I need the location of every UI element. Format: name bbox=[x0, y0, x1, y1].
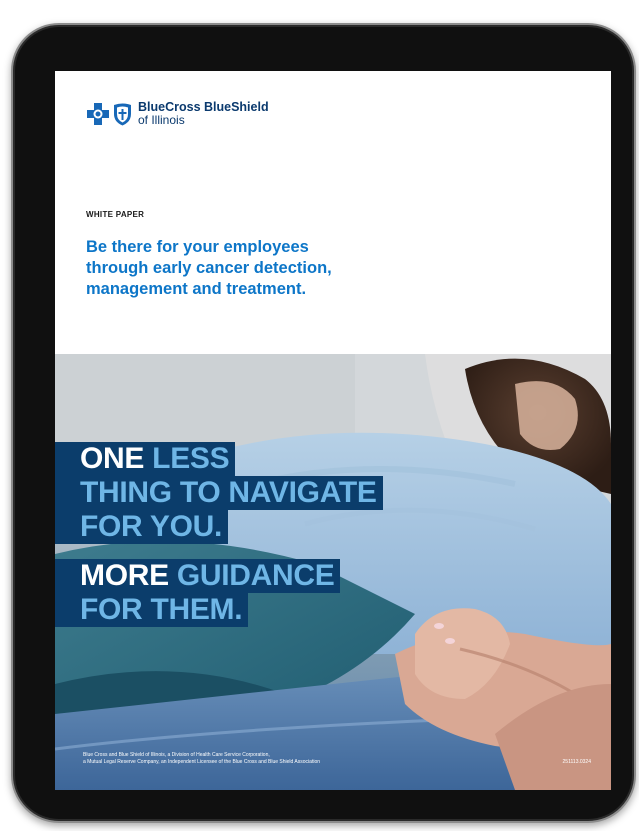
tagline-guidance: GUIDANCE bbox=[176, 559, 335, 592]
tagline-line-1: ONE LESS bbox=[55, 442, 236, 476]
disclaimer-line-1: Blue Cross and Blue Shield of Illinois, … bbox=[83, 752, 270, 758]
tagline-line-4: MORE GUIDANCE bbox=[55, 559, 341, 593]
tagline-for-you: FOR YOU. bbox=[55, 510, 229, 544]
tagline-for-them: FOR THEM. bbox=[55, 593, 249, 627]
document-headline: Be there for your employees through earl… bbox=[86, 237, 446, 300]
tagline-one: ONE bbox=[80, 442, 145, 475]
legal-disclaimer: Blue Cross and Blue Shield of Illinois, … bbox=[83, 752, 320, 766]
document-type-label: WHITE PAPER bbox=[86, 210, 145, 219]
tagline-thing-to-navigate: THING TO NAVIGATE bbox=[55, 476, 383, 510]
tagline-less: LESS bbox=[152, 442, 230, 475]
disclaimer-line-2: a Mutual Legal Reserve Company, an Indep… bbox=[83, 759, 321, 765]
tagline-line-3: FOR YOU. bbox=[55, 510, 229, 544]
hero-photo: ONE LESS THING TO NAVIGATE FOR YOU. MORE… bbox=[55, 354, 611, 790]
logo-wordmark: BlueCross BlueShield of Illinois bbox=[138, 101, 269, 127]
tagline-line-5: FOR THEM. bbox=[55, 593, 249, 627]
document-page: BlueCross BlueShield of Illinois WHITE P… bbox=[55, 71, 611, 790]
headline-line-1: Be there for your employees bbox=[86, 238, 309, 256]
headline-line-3: management and treatment. bbox=[86, 280, 307, 298]
cross-shield-icon bbox=[87, 103, 132, 126]
logo-sub-line: of Illinois bbox=[138, 113, 185, 127]
headline-line-2: through early cancer detection, bbox=[86, 259, 332, 277]
document-code: 251113.0324 bbox=[562, 759, 591, 765]
tagline-more: MORE bbox=[80, 559, 169, 592]
bcbs-logo: BlueCross BlueShield of Illinois bbox=[87, 99, 269, 129]
tagline-line-2: THING TO NAVIGATE bbox=[55, 476, 383, 510]
